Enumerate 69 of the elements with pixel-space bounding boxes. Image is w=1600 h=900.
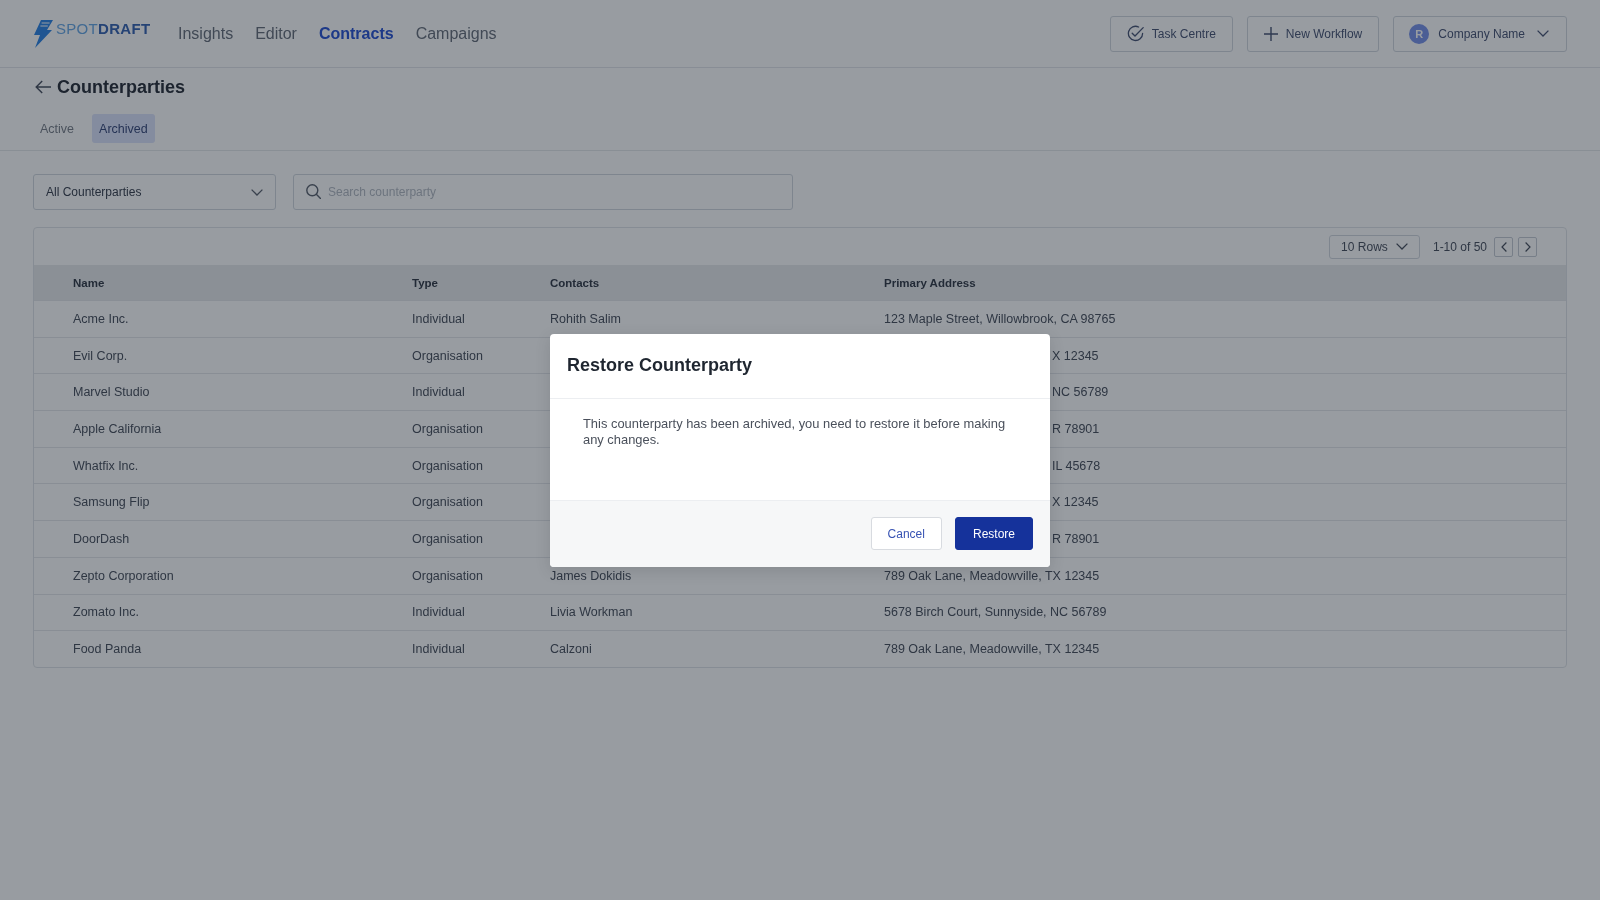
table-cell: Organisation — [412, 568, 483, 583]
chevron-down-icon — [251, 188, 263, 196]
dialog-title: Restore Counterparty — [567, 355, 753, 376]
tab[interactable]: Active — [33, 114, 82, 143]
table-cell: Calzoni — [550, 642, 592, 657]
table-cell: Organisation — [412, 531, 483, 546]
table-cell: 123 Maple Street, Willowbrook, CA 98765 — [884, 311, 1116, 326]
page-title: Counterparties — [57, 76, 186, 98]
pagination-range: 1-10 of 50 — [1432, 239, 1487, 254]
nav-link[interactable]: Campaigns — [415, 23, 497, 44]
table-cell: Individual — [412, 385, 465, 400]
plus-icon — [1263, 26, 1278, 41]
restore-button[interactable]: Restore — [954, 517, 1033, 550]
table-cell: 789 Oak Lane, Meadowville, TX 12345 — [884, 642, 1100, 657]
avatar: R — [1409, 23, 1430, 44]
column-header: Name — [73, 276, 105, 289]
table-cell: DoorDash — [73, 531, 130, 546]
table-cell: R 78901 — [1052, 421, 1100, 436]
table-cell: NC 56789 — [1052, 385, 1109, 400]
table-cell: R 78901 — [1052, 531, 1100, 546]
table-cell: Organisation — [412, 348, 483, 363]
account-menu-button[interactable]: R Company Name — [1393, 15, 1567, 52]
table-cell: 5678 Birch Court, Sunnyside, NC 56789 — [884, 605, 1107, 620]
chevron-down-icon — [1537, 30, 1549, 37]
type-filter-dropdown[interactable]: All Counterparties — [33, 174, 276, 210]
nav-link[interactable]: Insights — [178, 23, 234, 44]
table-cell: Individual — [412, 311, 465, 326]
new-workflow-button[interactable]: New Workflow — [1246, 15, 1380, 52]
table-cell: X 12345 — [1052, 495, 1099, 510]
nav-link[interactable]: Contracts — [318, 23, 394, 44]
column-header: Type — [412, 276, 438, 289]
table-cell: Organisation — [412, 421, 483, 436]
task-centre-button[interactable]: Task Centre — [1109, 15, 1233, 52]
next-page-button[interactable] — [1518, 236, 1537, 257]
search-icon — [306, 184, 321, 199]
previous-page-button[interactable] — [1494, 236, 1513, 257]
table-cell: Rohith Salim — [550, 311, 621, 326]
chevron-right-icon — [1524, 241, 1531, 252]
table-cell: 789 Oak Lane, Meadowville, TX 12345 — [884, 568, 1100, 583]
rows-per-page-dropdown[interactable]: 10 Rows — [1328, 234, 1420, 259]
table-cell: Zepto Corporation — [73, 568, 174, 583]
table-cell: Marvel Studio — [73, 385, 150, 400]
table-cell: James Dokidis — [550, 568, 632, 583]
table-cell: Whatfix Inc. — [73, 458, 139, 473]
nav-link[interactable]: Editor — [255, 23, 297, 44]
chevron-left-icon — [1500, 241, 1507, 252]
check-circle-icon — [1126, 25, 1144, 42]
chevron-down-icon — [1395, 243, 1408, 250]
column-header: Primary Address — [884, 276, 976, 289]
dialog-message: This counterparty has been archived, you need to restore it before making any changes. — [583, 415, 1007, 449]
column-header: Contacts — [550, 276, 600, 289]
logo-wordmark: SPOTDRAFT — [56, 19, 151, 37]
table-cell: Livia Workman — [550, 605, 633, 620]
table-cell: Samsung Flip — [73, 495, 150, 510]
table-cell: IL 45678 — [1052, 458, 1101, 473]
table-cell: Organisation — [412, 495, 483, 510]
table-cell: X 12345 — [1052, 348, 1099, 363]
table-cell: Organisation — [412, 458, 483, 473]
table-cell: Apple California — [73, 421, 162, 436]
table-cell: Food Panda — [73, 642, 142, 657]
table-cell: Individual — [412, 605, 465, 620]
table-cell: Zomato Inc. — [73, 605, 139, 620]
tab[interactable]: Archived — [92, 114, 155, 143]
table-cell: Acme Inc. — [73, 311, 129, 326]
cancel-button[interactable]: Cancel — [870, 517, 942, 550]
lightning-bolt-logo-icon — [33, 19, 53, 48]
back-arrow-icon[interactable] — [35, 80, 51, 94]
table-cell: Individual — [412, 642, 465, 657]
table-cell: Evil Corp. — [73, 348, 128, 363]
